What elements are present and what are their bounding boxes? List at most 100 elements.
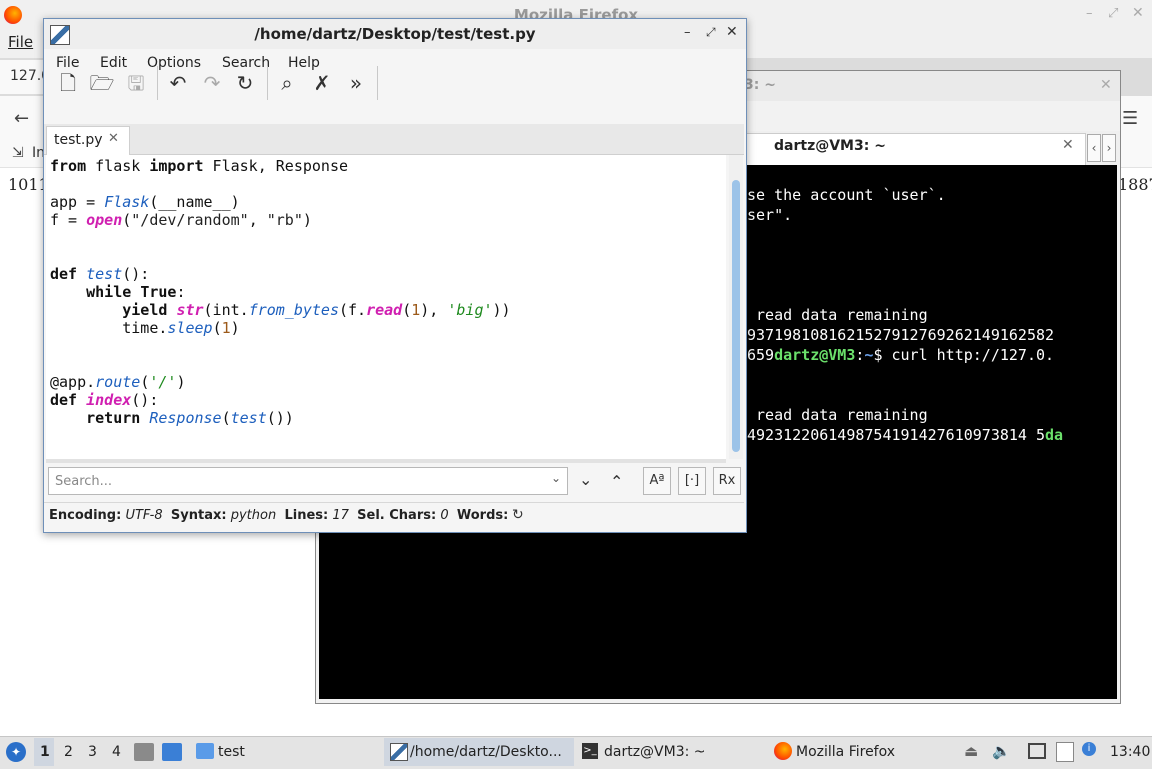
task-firefox[interactable]: Mozilla Firefox bbox=[796, 744, 895, 760]
editor-status-bar: Encoding: UTF-8 Syntax: python Lines: 17… bbox=[44, 502, 744, 531]
terminal-window-title: 3: ~ bbox=[744, 77, 776, 93]
undo-icon[interactable]: ↶ bbox=[165, 70, 191, 96]
new-file-icon[interactable]: 🗋 bbox=[55, 70, 81, 96]
import-bookmarks-icon[interactable]: ⇲ bbox=[12, 145, 24, 161]
hamburger-menu-icon[interactable]: ☰ bbox=[1122, 108, 1138, 129]
status-syntax-label: Syntax: bbox=[170, 508, 227, 523]
editor-window-title: /home/dartz/Desktop/test/test.py bbox=[254, 25, 536, 43]
status-words-label: Words: bbox=[456, 508, 509, 523]
tray-eject-icon[interactable]: ⏏ bbox=[964, 742, 978, 760]
back-arrow-icon[interactable]: ← bbox=[14, 108, 29, 129]
task-editor-label: /home/dartz/Deskto... bbox=[410, 744, 562, 760]
code-editor[interactable]: from flask import Flask, Response app = … bbox=[46, 155, 726, 459]
terminal-prompt-partial: da bbox=[1045, 426, 1064, 444]
tab-scroll-right-icon[interactable]: › bbox=[1102, 134, 1116, 162]
code-line: from flask import Flask, Response bbox=[50, 157, 349, 175]
toolbar-separator bbox=[377, 66, 378, 100]
search-history-chevron-down-icon[interactable]: ⌄ bbox=[551, 471, 561, 485]
terminal-line: read data remaining bbox=[747, 406, 928, 424]
terminal-line: read data remaining bbox=[747, 306, 928, 324]
tab-scroll-left-icon[interactable]: ‹ bbox=[1087, 134, 1101, 162]
refresh-word-count-icon[interactable]: ↻ bbox=[512, 507, 524, 523]
terminal-number: 659 bbox=[747, 346, 775, 364]
firefox-maximize-icon[interactable]: ⤢ bbox=[1108, 6, 1118, 21]
editor-tab-row bbox=[44, 124, 744, 155]
find-previous-chevron-up-icon[interactable]: ⌃ bbox=[610, 472, 623, 491]
terminal-line: 659dartz@VM3:~$ curl http://127.0. bbox=[747, 346, 1055, 364]
tray-volume-icon[interactable]: 🔈 bbox=[992, 742, 1011, 760]
editor-scrollbar-thumb[interactable] bbox=[732, 180, 740, 452]
tray-network-icon[interactable] bbox=[1028, 743, 1046, 759]
editor-close-icon[interactable]: ✕ bbox=[726, 24, 738, 40]
editor-minimize-icon[interactable]: – bbox=[684, 25, 691, 40]
terminal-task-icon: >_ bbox=[582, 743, 598, 759]
terminal-tab-close-icon[interactable]: ✕ bbox=[1062, 137, 1074, 153]
terminal-line: 4923122061498754191427610973814 5da bbox=[747, 426, 1063, 444]
whole-word-icon[interactable]: [·] bbox=[678, 467, 706, 495]
terminal-command: $ curl http://127.0. bbox=[873, 346, 1055, 364]
terminal-line: ser". bbox=[747, 206, 793, 224]
regex-icon[interactable]: Rx bbox=[713, 467, 741, 495]
status-sel-chars-value: 0 bbox=[440, 508, 449, 523]
menu-search[interactable]: Search bbox=[222, 55, 270, 71]
code-line: return Response(test()) bbox=[86, 409, 294, 427]
editor-file-tab-label: test.py bbox=[54, 132, 103, 148]
menu-edit[interactable]: Edit bbox=[100, 55, 127, 71]
status-encoding-value: UTF-8 bbox=[125, 508, 163, 523]
task-terminal[interactable]: dartz@VM3: ~ bbox=[604, 744, 706, 760]
terminal-prompt-user: dartz@VM3 bbox=[774, 346, 856, 364]
code-line: yield str(int.from_bytes(f.read(1), 'big… bbox=[122, 301, 511, 319]
status-encoding-label: Encoding: bbox=[49, 508, 122, 523]
editor-toolbar bbox=[44, 79, 746, 125]
task-folder-test[interactable]: test bbox=[218, 744, 245, 760]
editor-horizontal-scrollbar[interactable] bbox=[46, 459, 726, 463]
code-line: time.sleep(1) bbox=[50, 319, 240, 337]
find-icon[interactable]: ⌕ bbox=[274, 70, 300, 96]
tray-info-icon[interactable]: i bbox=[1082, 742, 1096, 756]
folder-icon bbox=[196, 743, 214, 759]
reload-icon[interactable]: ↻ bbox=[232, 70, 258, 96]
file-manager-launcher-icon[interactable] bbox=[134, 743, 154, 761]
status-sel-chars-label: Sel. Chars: bbox=[357, 508, 437, 523]
open-folder-icon[interactable]: 🗁 bbox=[89, 70, 115, 96]
code-line: @app.route('/') bbox=[50, 373, 186, 391]
code-line: app = Flask(__name__) bbox=[50, 193, 240, 211]
search-input[interactable] bbox=[49, 468, 551, 494]
file-tab-close-icon[interactable]: ✕ bbox=[108, 131, 119, 146]
menu-help[interactable]: Help bbox=[288, 55, 320, 71]
status-lines-label: Lines: bbox=[284, 508, 329, 523]
editor-maximize-icon[interactable]: ⤢ bbox=[706, 25, 716, 40]
workspace-3[interactable]: 3 bbox=[88, 744, 97, 760]
redo-icon[interactable]: ↷ bbox=[199, 70, 225, 96]
find-next-chevron-down-icon[interactable]: ⌄ bbox=[579, 470, 592, 489]
clock[interactable]: 13:40 bbox=[1110, 744, 1150, 760]
firefox-minimize-icon[interactable]: – bbox=[1086, 6, 1093, 21]
terminal-close-icon[interactable]: ✕ bbox=[1100, 77, 1112, 93]
menu-options[interactable]: Options bbox=[147, 55, 201, 71]
firefox-close-icon[interactable]: ✕ bbox=[1132, 5, 1144, 21]
code-line: while True: bbox=[86, 283, 186, 301]
match-case-icon[interactable]: Aª bbox=[643, 467, 671, 495]
status-syntax-value[interactable]: python bbox=[231, 508, 276, 523]
tray-clipboard-icon[interactable] bbox=[1056, 742, 1074, 762]
toolbar-separator bbox=[157, 66, 158, 100]
terminal-tab-title: dartz@VM3: ~ bbox=[774, 138, 886, 154]
toolbar-separator bbox=[267, 66, 268, 100]
code-line: f = open("/dev/random", "rb") bbox=[50, 211, 312, 229]
more-icon[interactable]: » bbox=[343, 70, 369, 96]
search-box[interactable]: ⌄ bbox=[48, 467, 568, 495]
show-desktop-icon[interactable] bbox=[162, 743, 182, 761]
save-icon[interactable]: 🖫 bbox=[123, 70, 149, 96]
firefox-menu-file[interactable]: File bbox=[8, 33, 33, 51]
workspace-2[interactable]: 2 bbox=[64, 744, 73, 760]
page-content-text-right: 1887 bbox=[1118, 175, 1152, 194]
code-line: def test(): bbox=[50, 265, 150, 283]
firefox-task-icon bbox=[774, 742, 792, 760]
workspace-1-label: 1 bbox=[40, 744, 50, 760]
workspace-4[interactable]: 4 bbox=[112, 744, 121, 760]
menu-file[interactable]: File bbox=[56, 55, 79, 71]
code-line: def index(): bbox=[50, 391, 159, 409]
find-replace-icon[interactable]: ✗ bbox=[309, 70, 335, 96]
status-lines-value: 17 bbox=[332, 508, 349, 523]
start-menu-icon[interactable]: ✦ bbox=[6, 742, 26, 762]
